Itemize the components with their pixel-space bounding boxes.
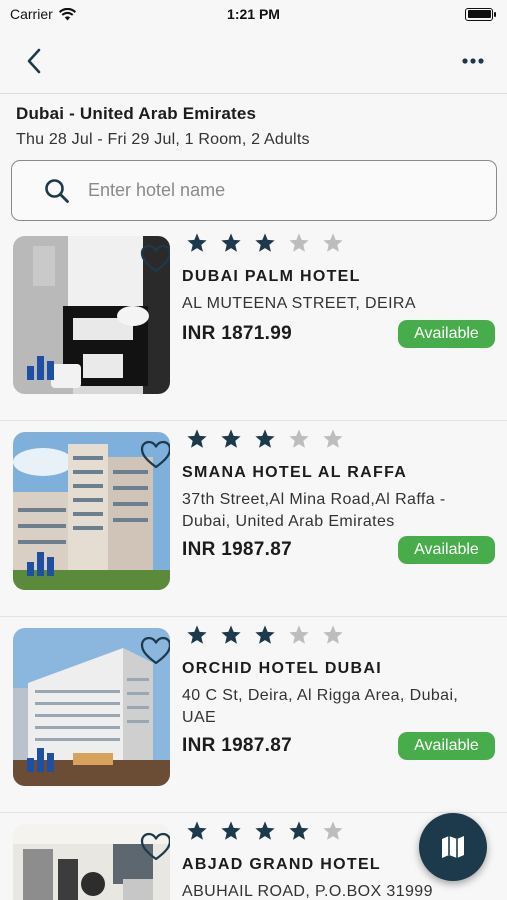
star-filled-icon	[187, 429, 207, 448]
star-rating	[186, 232, 344, 254]
hotel-name[interactable]: SMANA HOTEL AL RAFFA	[182, 464, 407, 482]
star-empty-icon	[289, 429, 309, 448]
favorite-button[interactable]	[140, 244, 170, 274]
favorite-button[interactable]	[140, 636, 170, 666]
map-icon	[442, 836, 464, 858]
status-bar: Carrier 1:21 PM	[0, 0, 507, 28]
star-filled-icon	[221, 625, 241, 644]
search-icon	[45, 178, 69, 203]
hotel-name[interactable]: ABJAD GRAND HOTEL	[182, 856, 381, 874]
hotel-search-box[interactable]	[11, 160, 497, 221]
wifi-icon	[58, 7, 76, 20]
hotel-photo[interactable]	[13, 824, 170, 900]
ranking-bars-icon	[27, 552, 54, 576]
heart-icon	[140, 440, 170, 469]
status-time: 1:21 PM	[227, 6, 280, 22]
star-empty-icon	[323, 821, 343, 840]
star-empty-icon	[289, 625, 309, 644]
hotel-photo[interactable]	[13, 628, 170, 786]
favorite-button[interactable]	[140, 832, 170, 862]
hotel-card[interactable]: DUBAI PALM HOTEL AL MUTEENA STREET, DEIR…	[0, 225, 507, 421]
hotel-address: 37th Street,Al Mina Road,Al Raffa - Duba…	[182, 491, 446, 530]
hotel-card[interactable]: ORCHID HOTEL DUBAI 40 C St, Deira, Al Ri…	[0, 617, 507, 813]
star-rating	[186, 428, 344, 450]
star-empty-icon	[323, 625, 343, 644]
heart-icon	[140, 832, 170, 861]
destination-title: Dubai - United Arab Emirates	[16, 104, 257, 123]
hotel-name[interactable]: ORCHID HOTEL DUBAI	[182, 660, 382, 678]
carrier-label: Carrier	[10, 6, 53, 22]
back-button[interactable]	[16, 43, 52, 79]
star-filled-icon	[187, 233, 207, 252]
star-filled-icon	[255, 233, 275, 252]
star-filled-icon	[289, 821, 309, 840]
more-button[interactable]	[455, 43, 491, 79]
availability-badge: Available	[398, 732, 495, 760]
ranking-bars-icon	[27, 748, 54, 772]
hotel-price: INR 1987.87	[182, 539, 292, 560]
hotel-address: AL MUTEENA STREET, DEIRA	[182, 295, 416, 312]
hotel-price: INR 1987.87	[182, 735, 292, 756]
hotel-card[interactable]: SMANA HOTEL AL RAFFA 37th Street,Al Mina…	[0, 421, 507, 617]
star-filled-icon	[221, 429, 241, 448]
star-empty-icon	[323, 233, 343, 252]
hotel-price: INR 1871.99	[182, 323, 292, 344]
ranking-bars-icon	[27, 356, 54, 380]
star-empty-icon	[323, 429, 343, 448]
star-filled-icon	[221, 821, 241, 840]
battery-fill	[467, 10, 491, 18]
heart-icon	[140, 636, 170, 665]
favorite-button[interactable]	[140, 440, 170, 470]
hotel-search-input[interactable]	[88, 180, 468, 201]
star-filled-icon	[255, 625, 275, 644]
heart-icon	[140, 244, 170, 273]
status-left: Carrier	[10, 6, 76, 22]
availability-badge: Available	[398, 320, 495, 348]
availability-badge: Available	[398, 536, 495, 564]
hotel-address: 40 C St, Deira, Al Rigga Area, Dubai, UA…	[182, 687, 459, 726]
star-rating	[186, 820, 344, 842]
hotel-name[interactable]: DUBAI PALM HOTEL	[182, 268, 361, 286]
star-filled-icon	[187, 625, 207, 644]
stay-details: Thu 28 Jul - Fri 29 Jul, 1 Room, 2 Adult…	[16, 131, 310, 148]
chevron-left-icon	[27, 48, 41, 73]
search-summary: Dubai - United Arab Emirates Thu 28 Jul …	[16, 104, 310, 149]
nav-bar	[0, 28, 507, 94]
ellipsis-icon	[462, 57, 484, 64]
star-filled-icon	[255, 821, 275, 840]
star-filled-icon	[255, 429, 275, 448]
star-empty-icon	[289, 233, 309, 252]
hotel-address: ABUHAIL ROAD, P.O.BOX 31999	[182, 883, 433, 900]
hotel-photo[interactable]	[13, 236, 170, 394]
star-filled-icon	[221, 233, 241, 252]
hotel-photo[interactable]	[13, 432, 170, 590]
star-rating	[186, 624, 344, 646]
star-filled-icon	[187, 821, 207, 840]
battery-icon	[465, 7, 496, 21]
map-view-button[interactable]	[419, 813, 487, 881]
